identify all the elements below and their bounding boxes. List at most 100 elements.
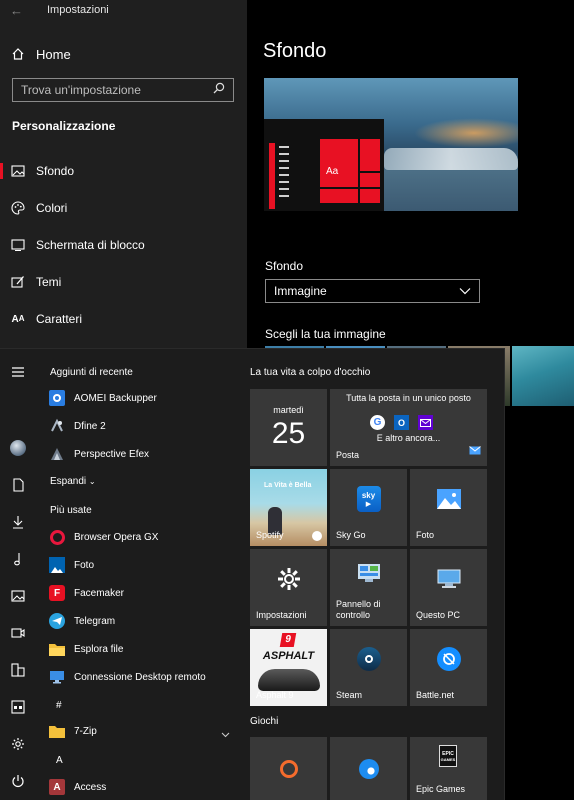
telegram-icon [48, 612, 66, 630]
hamburger-menu-icon[interactable] [0, 361, 36, 383]
app-label: Connessione Desktop remoto [74, 671, 206, 683]
music-icon[interactable] [0, 548, 36, 570]
lock-screen-icon [0, 239, 36, 251]
nav-item-schermata-di-blocco[interactable]: Schermata di blocco [0, 231, 247, 259]
section-heading: Personalizzazione [12, 119, 116, 133]
preview-ice-shelf [384, 148, 518, 170]
page-title: Sfondo [263, 40, 327, 62]
download-icon[interactable] [0, 511, 36, 533]
back-arrow-icon[interactable]: ← [10, 2, 28, 20]
spotify-tile[interactable]: La Vita è Bella Spotify [250, 469, 327, 546]
tile-label: Posta [336, 449, 360, 460]
calendar-tile[interactable]: martedì 25 [250, 389, 327, 466]
tile-label: Battle.net [416, 689, 455, 700]
nav-item-caratteri[interactable]: AA Caratteri [0, 305, 247, 333]
search-input[interactable] [21, 83, 201, 97]
app-access[interactable]: A Access [48, 775, 238, 799]
document-icon[interactable] [0, 474, 36, 496]
background-label: Sfondo [265, 259, 304, 273]
gear-icon [250, 549, 327, 609]
tile-label: Sky Go [336, 529, 366, 540]
preview-line [279, 160, 289, 162]
home-icon [0, 47, 36, 61]
video-icon[interactable] [0, 622, 36, 644]
search-box[interactable] [12, 78, 234, 102]
app-label: Facemaker [74, 587, 125, 599]
search-icon[interactable] [213, 81, 225, 99]
preview-tile [360, 173, 380, 187]
spotify-banner-text: La Vita è Bella [264, 482, 312, 489]
epic-games-tile[interactable]: EPIC GAMES Epic Games [410, 737, 487, 800]
nav-item-sfondo[interactable]: Sfondo [0, 157, 247, 185]
app-label: Esplora file [74, 643, 124, 655]
recent-apps-heading: Aggiunti di recente [50, 367, 133, 378]
app-aomei-backupper[interactable]: AOMEI Backupper [48, 386, 238, 410]
tile-label: Questo PC [416, 609, 461, 620]
pannello-di-controllo-tile[interactable]: Pannello di controllo [330, 549, 407, 626]
app-remote-desktop[interactable]: Connessione Desktop remoto [48, 665, 238, 689]
tile-label: Steam [336, 689, 363, 700]
app-label: AOMEI Backupper [74, 392, 157, 404]
perspective-efex-icon [48, 445, 66, 463]
uplay-icon [330, 737, 407, 800]
network-icon[interactable] [0, 696, 36, 718]
wallpaper-thumbnail[interactable] [512, 346, 574, 406]
aomei-icon [48, 389, 66, 407]
app-dfine-2[interactable]: Dfine 2 [48, 414, 238, 438]
google-icon: G [370, 415, 385, 430]
mail-provider-icons: G O [370, 415, 433, 430]
facemaker-icon: F [48, 584, 66, 602]
mail-tile[interactable]: Tutta la posta in un unico posto G O E a… [330, 389, 487, 466]
pictures-icon[interactable] [0, 585, 36, 607]
nav-item-label: Schermata di blocco [36, 238, 145, 252]
nav-item-label: Temi [36, 275, 62, 289]
preview-line [279, 188, 289, 190]
nav-item-colori[interactable]: Colori [0, 194, 247, 222]
palette-icon [0, 201, 36, 215]
nav-home[interactable]: Home [0, 40, 247, 68]
library-icon[interactable] [0, 659, 36, 681]
skygo-tile[interactable]: sky ▶ Sky Go [330, 469, 407, 546]
app-esplora-file[interactable]: Esplora file [48, 637, 238, 661]
letter-group-a[interactable]: A [56, 755, 63, 766]
impostazioni-tile[interactable]: Impostazioni [250, 549, 327, 626]
foto-tile[interactable]: Foto [410, 469, 487, 546]
chevron-down-icon: ⌄ [88, 477, 96, 486]
uplay-tile[interactable] [330, 737, 407, 800]
app-facemaker[interactable]: F Facemaker [48, 581, 238, 605]
chevron-down-icon [221, 725, 230, 743]
start-rail [0, 349, 36, 800]
app-telegram[interactable]: Telegram [48, 609, 238, 633]
app-perspective-efex[interactable]: Perspective Efex [48, 442, 238, 466]
asphalt-number-badge: 9 [279, 633, 297, 647]
battlenet-tile[interactable]: Battle.net [410, 629, 487, 706]
app-list: Aggiunti di recente AOMEI Backupper Dfin… [40, 349, 240, 800]
tile-label: Asphalt 9 [256, 689, 294, 700]
preview-sunset-glow [414, 118, 518, 148]
app-foto[interactable]: Foto [48, 553, 238, 577]
questo-pc-tile[interactable]: Questo PC [410, 549, 487, 626]
letter-group-hash[interactable]: # [56, 700, 62, 711]
asphalt-tile[interactable]: 9 ASPHALT Asphalt 9 [250, 629, 327, 706]
expand-button[interactable]: Espandi ⌄ [50, 476, 96, 487]
tile-label: Impostazioni [256, 609, 307, 620]
wallpaper-preview: Aa [264, 78, 518, 211]
background-dropdown[interactable]: Immagine [265, 279, 480, 303]
steam-icon [330, 629, 407, 689]
epic-logo-bottom: GAMES [440, 756, 456, 762]
mail-envelope-icon [469, 442, 481, 460]
nav-item-temi[interactable]: Temi [0, 268, 247, 296]
origin-tile[interactable] [250, 737, 327, 800]
app-opera-gx[interactable]: Browser Opera GX [48, 525, 238, 549]
calendar-day: martedì [273, 405, 304, 415]
asphalt-logo: ASPHALT [262, 650, 315, 662]
opera-gx-icon [48, 528, 66, 546]
background-dropdown-value: Immagine [274, 284, 327, 298]
car-image [258, 669, 320, 691]
steam-tile[interactable]: Steam [330, 629, 407, 706]
power-icon[interactable] [0, 770, 36, 792]
user-avatar-icon[interactable] [0, 437, 36, 459]
app-7zip-folder[interactable]: 7-Zip [48, 719, 238, 743]
gear-icon[interactable] [0, 733, 36, 755]
access-icon: A [48, 778, 66, 796]
